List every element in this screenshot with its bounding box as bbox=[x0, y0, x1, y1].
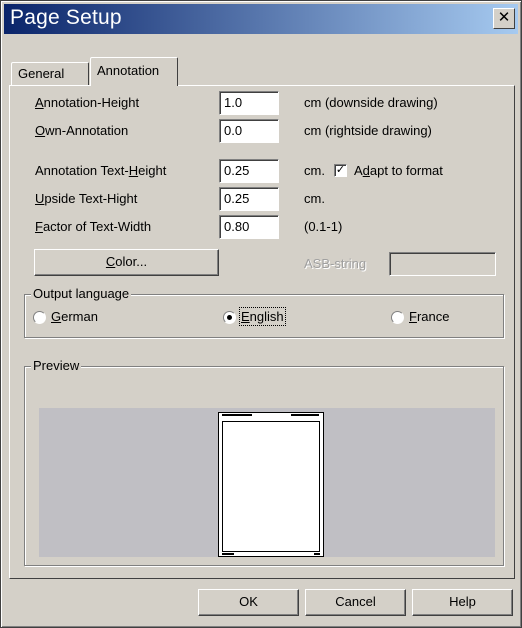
own-annotation-input[interactable]: 0.0 bbox=[219, 119, 279, 143]
asb-string-input[interactable] bbox=[389, 252, 496, 276]
color-button[interactable]: Color... bbox=[34, 249, 219, 276]
radio-german-label: German bbox=[51, 309, 98, 324]
close-button[interactable]: ✕ bbox=[493, 8, 515, 29]
title-bar[interactable]: Page Setup ✕ bbox=[4, 4, 518, 34]
preview-page bbox=[218, 412, 324, 557]
asb-string-label: ASB-string bbox=[304, 256, 367, 271]
ok-button[interactable]: OK bbox=[198, 589, 299, 616]
preview-top-annotation-left bbox=[222, 414, 252, 416]
factor-text-width-range: (0.1-1) bbox=[304, 219, 343, 234]
close-icon: ✕ bbox=[497, 9, 511, 26]
preview-title: Preview bbox=[31, 358, 82, 373]
tab-general[interactable]: General bbox=[11, 62, 89, 86]
adapt-to-format-label: Adapt to format bbox=[354, 163, 443, 178]
preview-drawing-frame bbox=[222, 421, 320, 552]
factor-text-width-input[interactable]: 0.80 bbox=[219, 215, 279, 239]
preview-bottom-annotation-right bbox=[314, 553, 320, 555]
radio-german[interactable] bbox=[33, 311, 46, 324]
output-language-group: Output language German English France bbox=[24, 286, 504, 338]
radio-selected-dot bbox=[227, 315, 232, 320]
upside-text-height-input[interactable]: 0.25 bbox=[219, 187, 279, 211]
preview-top-annotation-right bbox=[291, 414, 319, 416]
annotation-text-height-input[interactable]: 0.25 bbox=[219, 159, 279, 183]
annotation-height-label: Annotation-Height bbox=[35, 95, 140, 110]
window-title: Page Setup bbox=[10, 6, 122, 29]
annotation-panel: Annotation-Height 1.0 cm (downside drawi… bbox=[9, 85, 515, 579]
tab-general-label: General bbox=[18, 66, 65, 81]
radio-english[interactable] bbox=[223, 311, 236, 324]
tab-annotation-label: Annotation bbox=[97, 63, 160, 78]
help-button[interactable]: Help bbox=[412, 589, 513, 616]
upside-text-height-label: Upside Text-Hight bbox=[35, 191, 138, 206]
own-annotation-label: Own-Annotation bbox=[35, 123, 129, 138]
preview-group: Preview bbox=[24, 358, 504, 566]
check-icon: ✓ bbox=[335, 164, 346, 176]
factor-text-width-label: Factor of Text-Width bbox=[35, 219, 152, 234]
adapt-to-format-checkbox[interactable]: ✓ bbox=[334, 164, 347, 177]
preview-bottom-annotation-left bbox=[222, 553, 234, 555]
tab-annotation[interactable]: Annotation bbox=[90, 57, 178, 86]
upside-text-height-unit: cm. bbox=[304, 191, 325, 206]
annotation-text-height-label: Annotation Text-Height bbox=[35, 163, 167, 178]
radio-france-label: France bbox=[409, 309, 450, 324]
own-annotation-unit: cm (rightside drawing) bbox=[304, 123, 432, 138]
cancel-button[interactable]: Cancel bbox=[305, 589, 406, 616]
annotation-height-unit: cm (downside drawing) bbox=[304, 95, 438, 110]
annotation-text-height-unit: cm. bbox=[304, 163, 325, 178]
annotation-height-input[interactable]: 1.0 bbox=[219, 91, 279, 115]
radio-france[interactable] bbox=[391, 311, 404, 324]
page-setup-dialog: Page Setup ✕ General Annotation Annotati… bbox=[0, 0, 522, 628]
radio-english-label: English bbox=[239, 307, 286, 326]
output-language-title: Output language bbox=[31, 286, 132, 301]
